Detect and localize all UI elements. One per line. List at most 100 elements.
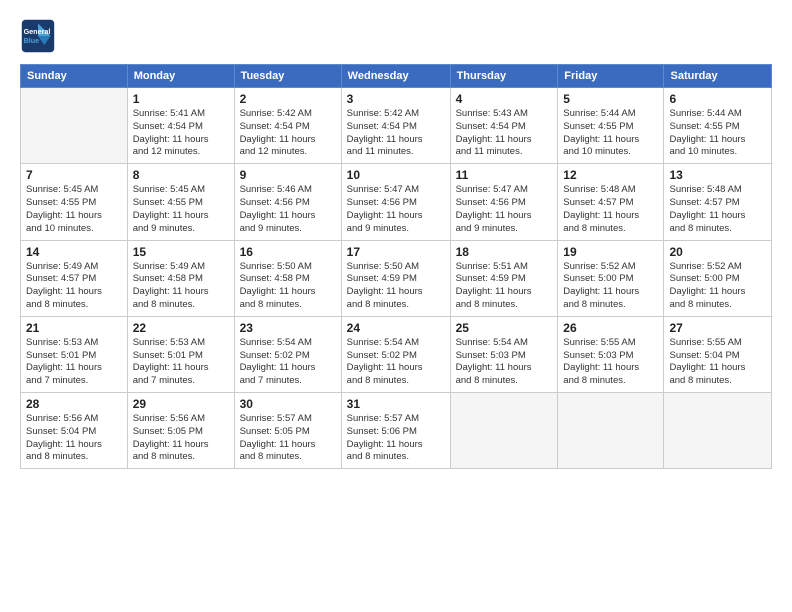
- day-number: 23: [240, 321, 336, 335]
- calendar-table: SundayMondayTuesdayWednesdayThursdayFrid…: [20, 64, 772, 469]
- day-info: Sunrise: 5:44 AM Sunset: 4:55 PM Dayligh…: [669, 108, 766, 159]
- calendar-cell: 26 Sunrise: 5:55 AM Sunset: 5:03 PM Dayli…: [558, 316, 664, 392]
- day-info: Sunrise: 5:54 AM Sunset: 5:03 PM Dayligh…: [456, 337, 553, 388]
- logo: General Blue: [20, 18, 60, 54]
- day-number: 15: [133, 245, 229, 259]
- page: General Blue SundayMondayTuesdayWednesda…: [0, 0, 792, 612]
- day-number: 26: [563, 321, 658, 335]
- svg-text:Blue: Blue: [24, 36, 40, 45]
- calendar-header-sunday: Sunday: [21, 65, 128, 88]
- day-info: Sunrise: 5:51 AM Sunset: 4:59 PM Dayligh…: [456, 261, 553, 312]
- calendar-cell: 2Sunrise: 5:42 AM Sunset: 4:54 PM Daylig…: [234, 88, 341, 164]
- day-info: Sunrise: 5:56 AM Sunset: 5:05 PM Dayligh…: [133, 413, 229, 464]
- day-number: 7: [26, 168, 122, 182]
- calendar-cell: [450, 393, 558, 469]
- calendar-cell: 6 Sunrise: 5:44 AM Sunset: 4:55 PM Daylig…: [664, 88, 772, 164]
- day-number: 22: [133, 321, 229, 335]
- day-number: 1: [133, 92, 229, 106]
- calendar-cell: 9Sunrise: 5:46 AM Sunset: 4:56 PM Daylig…: [234, 164, 341, 240]
- day-number: 19: [563, 245, 658, 259]
- day-info: Sunrise: 5:46 AM Sunset: 4:56 PM Dayligh…: [240, 184, 336, 235]
- day-number: 14: [26, 245, 122, 259]
- calendar-header-thursday: Thursday: [450, 65, 558, 88]
- calendar-cell: [21, 88, 128, 164]
- calendar-cell: 7 Sunrise: 5:45 AM Sunset: 4:55 PM Daylig…: [21, 164, 128, 240]
- calendar-cell: 24 Sunrise: 5:54 AM Sunset: 5:02 PM Dayli…: [341, 316, 450, 392]
- calendar-week-3: 14 Sunrise: 5:49 AM Sunset: 4:57 PM Dayli…: [21, 240, 772, 316]
- calendar-cell: 8 Sunrise: 5:45 AM Sunset: 4:55 PM Daylig…: [127, 164, 234, 240]
- calendar-header-tuesday: Tuesday: [234, 65, 341, 88]
- day-info: Sunrise: 5:47 AM Sunset: 4:56 PM Dayligh…: [456, 184, 553, 235]
- calendar-cell: 5 Sunrise: 5:44 AM Sunset: 4:55 PM Daylig…: [558, 88, 664, 164]
- calendar-cell: 17 Sunrise: 5:50 AM Sunset: 4:59 PM Dayli…: [341, 240, 450, 316]
- day-number: 17: [347, 245, 445, 259]
- day-info: Sunrise: 5:52 AM Sunset: 5:00 PM Dayligh…: [563, 261, 658, 312]
- calendar-cell: 14 Sunrise: 5:49 AM Sunset: 4:57 PM Dayli…: [21, 240, 128, 316]
- day-number: 10: [347, 168, 445, 182]
- calendar-header-monday: Monday: [127, 65, 234, 88]
- day-info: Sunrise: 5:50 AM Sunset: 4:59 PM Dayligh…: [347, 261, 445, 312]
- day-info: Sunrise: 5:45 AM Sunset: 4:55 PM Dayligh…: [26, 184, 122, 235]
- logo-icon: General Blue: [20, 18, 56, 54]
- calendar-cell: 10 Sunrise: 5:47 AM Sunset: 4:56 PM Dayli…: [341, 164, 450, 240]
- day-info: Sunrise: 5:48 AM Sunset: 4:57 PM Dayligh…: [669, 184, 766, 235]
- calendar-cell: 1Sunrise: 5:41 AM Sunset: 4:54 PM Daylig…: [127, 88, 234, 164]
- calendar-cell: 16Sunrise: 5:50 AM Sunset: 4:58 PM Dayli…: [234, 240, 341, 316]
- day-number: 27: [669, 321, 766, 335]
- day-info: Sunrise: 5:49 AM Sunset: 4:57 PM Dayligh…: [26, 261, 122, 312]
- day-number: 24: [347, 321, 445, 335]
- day-number: 28: [26, 397, 122, 411]
- calendar-cell: 15 Sunrise: 5:49 AM Sunset: 4:58 PM Dayli…: [127, 240, 234, 316]
- day-info: Sunrise: 5:48 AM Sunset: 4:57 PM Dayligh…: [563, 184, 658, 235]
- day-number: 20: [669, 245, 766, 259]
- day-info: Sunrise: 5:44 AM Sunset: 4:55 PM Dayligh…: [563, 108, 658, 159]
- day-number: 30: [240, 397, 336, 411]
- calendar-cell: 11 Sunrise: 5:47 AM Sunset: 4:56 PM Dayli…: [450, 164, 558, 240]
- header: General Blue: [20, 18, 772, 54]
- calendar-header-wednesday: Wednesday: [341, 65, 450, 88]
- day-info: Sunrise: 5:57 AM Sunset: 5:05 PM Dayligh…: [240, 413, 336, 464]
- day-info: Sunrise: 5:54 AM Sunset: 5:02 PM Dayligh…: [240, 337, 336, 388]
- calendar-header-saturday: Saturday: [664, 65, 772, 88]
- calendar-cell: 25Sunrise: 5:54 AM Sunset: 5:03 PM Dayli…: [450, 316, 558, 392]
- day-number: 11: [456, 168, 553, 182]
- calendar-cell: [664, 393, 772, 469]
- day-info: Sunrise: 5:45 AM Sunset: 4:55 PM Dayligh…: [133, 184, 229, 235]
- calendar-cell: 23 Sunrise: 5:54 AM Sunset: 5:02 PM Dayli…: [234, 316, 341, 392]
- calendar-cell: 21Sunrise: 5:53 AM Sunset: 5:01 PM Dayli…: [21, 316, 128, 392]
- day-number: 31: [347, 397, 445, 411]
- day-info: Sunrise: 5:55 AM Sunset: 5:03 PM Dayligh…: [563, 337, 658, 388]
- day-number: 12: [563, 168, 658, 182]
- day-number: 18: [456, 245, 553, 259]
- day-number: 3: [347, 92, 445, 106]
- calendar-cell: 31Sunrise: 5:57 AM Sunset: 5:06 PM Dayli…: [341, 393, 450, 469]
- svg-text:General: General: [24, 27, 51, 36]
- calendar-cell: 4Sunrise: 5:43 AM Sunset: 4:54 PM Daylig…: [450, 88, 558, 164]
- day-info: Sunrise: 5:42 AM Sunset: 4:54 PM Dayligh…: [347, 108, 445, 159]
- day-info: Sunrise: 5:54 AM Sunset: 5:02 PM Dayligh…: [347, 337, 445, 388]
- day-number: 29: [133, 397, 229, 411]
- day-number: 13: [669, 168, 766, 182]
- day-info: Sunrise: 5:55 AM Sunset: 5:04 PM Dayligh…: [669, 337, 766, 388]
- calendar-cell: 30 Sunrise: 5:57 AM Sunset: 5:05 PM Dayli…: [234, 393, 341, 469]
- day-number: 5: [563, 92, 658, 106]
- day-info: Sunrise: 5:53 AM Sunset: 5:01 PM Dayligh…: [133, 337, 229, 388]
- calendar-week-5: 28 Sunrise: 5:56 AM Sunset: 5:04 PM Dayli…: [21, 393, 772, 469]
- day-number: 6: [669, 92, 766, 106]
- calendar-cell: 12 Sunrise: 5:48 AM Sunset: 4:57 PM Dayli…: [558, 164, 664, 240]
- day-info: Sunrise: 5:50 AM Sunset: 4:58 PM Dayligh…: [240, 261, 336, 312]
- day-info: Sunrise: 5:43 AM Sunset: 4:54 PM Dayligh…: [456, 108, 553, 159]
- calendar-cell: 22 Sunrise: 5:53 AM Sunset: 5:01 PM Dayli…: [127, 316, 234, 392]
- calendar-cell: 27 Sunrise: 5:55 AM Sunset: 5:04 PM Dayli…: [664, 316, 772, 392]
- day-info: Sunrise: 5:52 AM Sunset: 5:00 PM Dayligh…: [669, 261, 766, 312]
- day-info: Sunrise: 5:47 AM Sunset: 4:56 PM Dayligh…: [347, 184, 445, 235]
- day-number: 8: [133, 168, 229, 182]
- calendar-cell: 29 Sunrise: 5:56 AM Sunset: 5:05 PM Dayli…: [127, 393, 234, 469]
- day-info: Sunrise: 5:56 AM Sunset: 5:04 PM Dayligh…: [26, 413, 122, 464]
- calendar-week-1: 1Sunrise: 5:41 AM Sunset: 4:54 PM Daylig…: [21, 88, 772, 164]
- day-info: Sunrise: 5:49 AM Sunset: 4:58 PM Dayligh…: [133, 261, 229, 312]
- calendar-cell: 20 Sunrise: 5:52 AM Sunset: 5:00 PM Dayli…: [664, 240, 772, 316]
- day-number: 2: [240, 92, 336, 106]
- calendar-cell: 28 Sunrise: 5:56 AM Sunset: 5:04 PM Dayli…: [21, 393, 128, 469]
- calendar-week-2: 7 Sunrise: 5:45 AM Sunset: 4:55 PM Daylig…: [21, 164, 772, 240]
